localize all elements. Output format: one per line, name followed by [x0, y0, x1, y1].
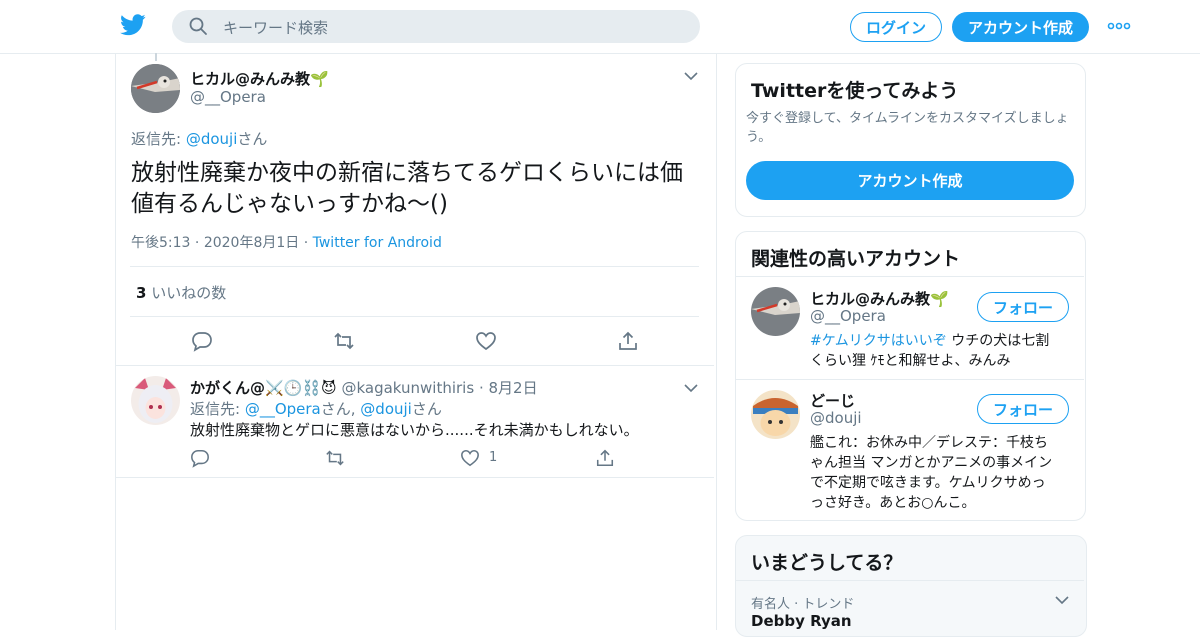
bio-text: ゃん担当 マンガとかアニメの事メイン [810, 455, 1053, 471]
author-handle[interactable]: @__Opera [190, 88, 266, 106]
bio-text: くらい狸 ｹﾓと和解せよ、みんみ [810, 353, 1011, 369]
avatar[interactable] [131, 376, 180, 425]
description-line: 今すぐ登録して、タイムラインをカスタマイズしましょ [746, 111, 1069, 126]
likes-label: いいねの数 [151, 284, 227, 302]
reply-to-link[interactable]: @douji [186, 130, 238, 148]
like-count: 1 [489, 450, 498, 465]
bio-text: っさ好き。あとお○んこ。 [810, 495, 976, 511]
tweet-time[interactable]: 午後5:13 [131, 235, 190, 251]
divider [116, 477, 714, 478]
chevron-down-icon[interactable] [683, 70, 699, 82]
account-name[interactable]: ヒカル@みんみ教🌱 [810, 288, 949, 309]
signup-card-button[interactable]: アカウント作成 [746, 161, 1074, 200]
account-bio: #ケムリクサはいいぞ ウチの犬は七割 くらい狸 ｹﾓと和解せよ、みんみ [810, 331, 1049, 371]
divider [130, 266, 699, 267]
tweet-meta: 午後5:13 · 2020年8月1日 · Twitter for Android [131, 235, 442, 251]
likes-stat[interactable]: 3 いいねの数 [136, 282, 226, 303]
reply-mid: さん, [320, 400, 361, 418]
search-input-placeholder: キーワード検索 [223, 19, 329, 37]
like-icon[interactable] [475, 330, 497, 352]
trend-context: 有名人 · トレンド [751, 597, 855, 612]
tweet-date[interactable]: 2020年8月1日 [204, 235, 299, 251]
reply-to-link[interactable]: @__Opera [245, 400, 321, 418]
divider [116, 365, 714, 366]
divider [130, 316, 699, 317]
tweet-text: 放射性廃棄か夜中の新宿に落ちてるゲロくらいには価 値有るんじゃないっすかね～() [131, 158, 683, 220]
tweet-text-line: 値有るんじゃないっすかね～() [131, 191, 448, 217]
share-icon[interactable] [595, 448, 615, 468]
tweet-date[interactable]: 8月2日 [489, 379, 538, 397]
follow-button[interactable]: フォロー [977, 292, 1069, 322]
signup-card-title: Twitterを使ってみよう [751, 80, 959, 102]
reply-to-line: 返信先: @doujiさん [131, 128, 267, 149]
more-icon[interactable] [1107, 18, 1131, 34]
divider [736, 276, 1084, 277]
tweet-text: 放射性廃棄物とゲロに悪意はないから......それ未満かもしれない。 [190, 421, 639, 439]
account-bio: 艦これ：お休み中／デレステ：千枝ち ゃん担当 マンガとかアニメの事メイン で不定… [810, 433, 1052, 513]
reply-prefix: 返信先: [190, 400, 245, 418]
chevron-down-icon[interactable] [683, 382, 699, 394]
author-display-name[interactable]: かがくん@⚔️🕒⛓️😈 [190, 379, 337, 397]
trends-card-title: いまどうしてる？ [751, 552, 903, 574]
account-handle[interactable]: @douji [810, 409, 862, 427]
chevron-down-icon[interactable] [1054, 594, 1070, 606]
avatar-image [131, 64, 180, 113]
divider [736, 379, 1084, 380]
share-icon[interactable] [617, 330, 639, 352]
author-display-name[interactable]: ヒカル@みんみ教🌱 [190, 68, 329, 89]
reply-suffix: さん [411, 400, 442, 418]
related-card-title: 関連性の高いアカウント [751, 248, 961, 270]
reply-prefix: 返信先: [131, 130, 186, 148]
login-button[interactable]: ログイン [850, 12, 942, 42]
reply-icon[interactable] [190, 448, 210, 468]
reply-icon[interactable] [191, 330, 213, 352]
divider [736, 580, 1084, 581]
avatar[interactable] [751, 390, 800, 439]
tweet-source[interactable]: Twitter for Android [313, 235, 442, 251]
author-handle[interactable]: @kagakunwithiris [341, 379, 474, 397]
search-icon [189, 17, 207, 35]
reply-header: かがくん@⚔️🕒⛓️😈 @kagakunwithiris · 8月2日 [190, 379, 538, 397]
reply-to-line: 返信先: @__Operaさん, @doujiさん [190, 398, 442, 419]
bio-text: ウチの犬は七割 [946, 333, 1050, 349]
retweet-icon[interactable] [325, 448, 345, 468]
trend-name[interactable]: Debby Ryan [751, 612, 852, 630]
avatar-image [131, 376, 180, 425]
reply-to-link[interactable]: @douji [360, 400, 412, 418]
twitter-bird-icon[interactable] [120, 14, 146, 36]
description-line: う。 [746, 130, 772, 145]
avatar-image [751, 287, 800, 336]
tweet-text-line: 放射性廃棄か夜中の新宿に落ちてるゲロくらいには価 [131, 160, 683, 186]
bio-text: で不定期で呟きます。ケムリクサめっ [810, 475, 1046, 491]
account-name[interactable]: どーじ [810, 390, 855, 411]
avatar[interactable] [751, 287, 800, 336]
signup-card-description: 今すぐ登録して、タイムラインをカスタマイズしましょ う。 [746, 109, 1069, 147]
thread-line [155, 53, 157, 61]
like-icon[interactable] [460, 448, 480, 468]
reply-suffix: さん [237, 130, 268, 148]
signup-button[interactable]: アカウント作成 [952, 12, 1089, 42]
avatar-image [751, 390, 800, 439]
bio-text: 艦これ：お休み中／デレステ：千枝ち [810, 435, 1048, 451]
retweet-icon[interactable] [333, 330, 355, 352]
bio-hashtag[interactable]: #ケムリクサはいいぞ [810, 333, 947, 349]
avatar[interactable] [131, 64, 180, 113]
follow-button[interactable]: フォロー [977, 394, 1069, 424]
likes-count: 3 [136, 284, 147, 302]
account-handle[interactable]: @__Opera [810, 307, 886, 325]
